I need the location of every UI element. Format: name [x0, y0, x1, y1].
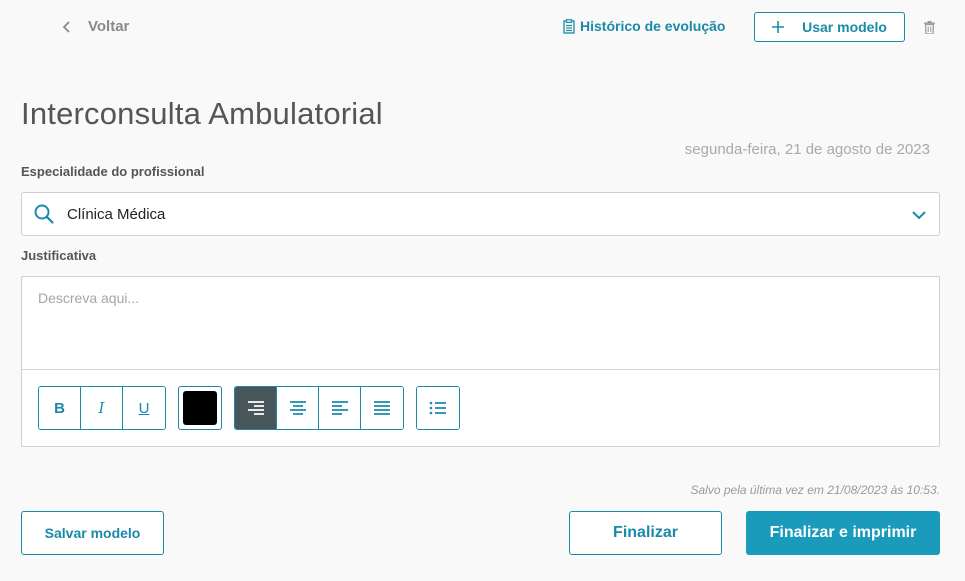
clipboard-icon: [563, 18, 575, 34]
specialty-value: Clínica Médica: [67, 205, 166, 223]
page-title: Interconsulta Ambulatorial: [21, 96, 383, 131]
justification-input[interactable]: Descreva aqui...: [22, 277, 939, 370]
underline-button[interactable]: U: [123, 387, 165, 429]
specialty-label: Especialidade do profissional: [21, 164, 205, 179]
history-label: Histórico de evolução: [580, 18, 726, 34]
search-icon: [34, 204, 54, 224]
align-justify-icon: [374, 401, 390, 415]
plus-icon: [772, 21, 785, 33]
chevron-left-icon: [62, 20, 70, 33]
bullet-list-button[interactable]: [417, 387, 459, 429]
align-justify-button[interactable]: [361, 387, 403, 429]
align-right-icon: [247, 401, 264, 415]
trash-icon[interactable]: [924, 21, 935, 34]
text-style-group: B I U: [38, 386, 166, 430]
list-group: [416, 386, 460, 430]
use-model-label: Usar modelo: [802, 19, 887, 35]
back-button[interactable]: Voltar: [60, 18, 129, 35]
history-link[interactable]: Histórico de evolução: [563, 18, 725, 34]
bullet-list-icon: [429, 401, 446, 415]
align-left-button[interactable]: [319, 387, 361, 429]
last-saved-text: Salvo pela última vez em 21/08/2023 às 1…: [690, 483, 941, 497]
italic-button[interactable]: I: [81, 387, 123, 429]
justification-label: Justificativa: [21, 248, 97, 263]
justification-editor: Descreva aqui... B I U: [21, 276, 940, 447]
text-color-group: [178, 386, 222, 430]
chevron-down-icon[interactable]: [911, 207, 927, 223]
page-date: segunda-feira, 21 de agosto de 2023: [684, 141, 930, 158]
save-model-button[interactable]: Salvar modelo: [21, 511, 164, 555]
top-bar: Voltar Histórico de evolução Usar modelo: [0, 0, 965, 56]
bold-button[interactable]: B: [39, 387, 81, 429]
align-left-icon: [331, 401, 348, 415]
finish-button[interactable]: Finalizar: [569, 511, 722, 555]
align-right-button[interactable]: [235, 387, 277, 429]
align-center-button[interactable]: [277, 387, 319, 429]
finish-print-button[interactable]: Finalizar e imprimir: [746, 511, 940, 555]
text-color-swatch[interactable]: [183, 391, 217, 425]
align-center-icon: [289, 401, 306, 415]
specialty-select[interactable]: Clínica Médica: [21, 192, 940, 236]
back-label: Voltar: [88, 18, 130, 35]
alignment-group: [234, 386, 404, 430]
use-model-button[interactable]: Usar modelo: [754, 12, 905, 42]
